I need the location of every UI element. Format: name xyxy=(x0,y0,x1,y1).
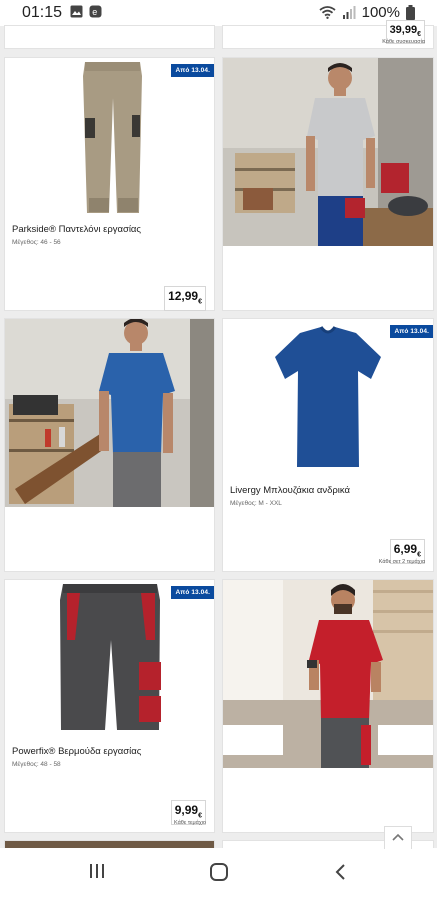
home-icon[interactable] xyxy=(209,862,229,882)
product-card[interactable] xyxy=(223,580,433,832)
back-icon[interactable] xyxy=(333,862,349,882)
image-icon xyxy=(70,5,83,18)
product-unit: Κάθε σετ 2 τεμάχια xyxy=(378,559,425,565)
product-unit: Κάθε τεμάχιο xyxy=(174,820,206,826)
battery-percent: 100% xyxy=(361,4,400,21)
svg-text:e: e xyxy=(92,7,97,17)
product-card[interactable]: Από 13.04. Livergy Μπλουζάκια ανδρικά Μέ… xyxy=(223,319,433,571)
wifi-icon xyxy=(319,6,336,19)
date-badge: Από 13.04. xyxy=(390,325,433,338)
product-photo-man-grey-tshirt xyxy=(223,58,433,246)
status-bar: 01:15 e 100% xyxy=(0,0,437,26)
product-unit: Κάθε συσκευασία xyxy=(382,39,425,45)
product-image-blue-tshirt xyxy=(223,319,433,479)
android-nav-bar xyxy=(0,848,437,900)
scroll-to-top-button[interactable] xyxy=(384,826,412,849)
status-right: 100% xyxy=(319,4,415,21)
product-card-partial[interactable] xyxy=(5,26,214,48)
product-image-work-trousers xyxy=(5,58,214,218)
clock: 01:15 xyxy=(22,4,63,21)
recents-icon[interactable] xyxy=(88,862,106,880)
product-photo-man-blue-tshirt xyxy=(5,319,214,507)
e-app-icon: e xyxy=(89,5,102,18)
product-title[interactable]: Livergy Μπλουζάκια ανδρικά xyxy=(230,485,350,496)
product-card[interactable] xyxy=(5,319,214,571)
date-badge: Από 13.04. xyxy=(171,586,214,599)
product-image-work-shorts xyxy=(5,580,214,740)
chevron-up-icon xyxy=(392,833,404,841)
signal-icon xyxy=(342,6,356,19)
product-size: Μέγεθος: M - XXL xyxy=(230,500,282,507)
product-card[interactable] xyxy=(223,58,433,310)
battery-icon xyxy=(406,5,415,20)
product-price: 12,99€ xyxy=(164,286,206,312)
product-size: Μέγεθος: 46 - 56 xyxy=(12,239,61,246)
product-title[interactable]: Powerfix® Βερμούδα εργασίας xyxy=(12,746,141,757)
product-card[interactable]: Από 13.04. Parkside® Παντελόνι εργασίας … xyxy=(5,58,214,312)
product-title[interactable]: Parkside® Παντελόνι εργασίας xyxy=(12,224,141,235)
product-photo-man-red-tshirt xyxy=(223,580,433,768)
product-card-partial[interactable]: 39,99€ Κάθε συσκευασία xyxy=(223,20,433,48)
product-card[interactable]: Από 13.04. Powerfix® Βερμούδα εργασίας Μ… xyxy=(5,580,214,832)
date-badge: Από 13.04. xyxy=(171,64,214,77)
product-size: Μέγεθος: 48 - 58 xyxy=(12,761,61,768)
